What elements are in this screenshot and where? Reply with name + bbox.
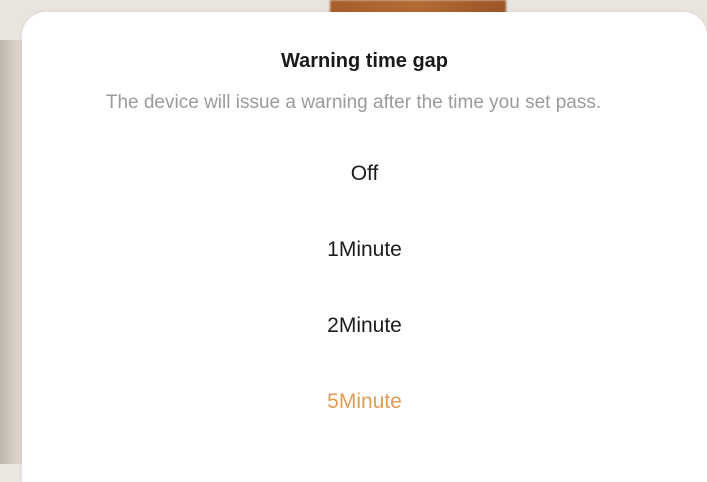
option-2-minute[interactable]: 2Minute	[22, 304, 707, 380]
dialog-title: Warning time gap	[280, 50, 449, 72]
option-5-minute[interactable]: 5Minute	[22, 380, 707, 456]
option-1-minute[interactable]: 1Minute	[22, 228, 707, 304]
warning-time-gap-dialog: Warning time gap The device will issue a…	[22, 12, 707, 482]
option-off[interactable]: Off	[22, 152, 707, 228]
time-gap-options-list: Off 1Minute 2Minute 5Minute	[22, 152, 707, 456]
dialog-subtitle: The device will issue a warning after th…	[105, 92, 602, 113]
